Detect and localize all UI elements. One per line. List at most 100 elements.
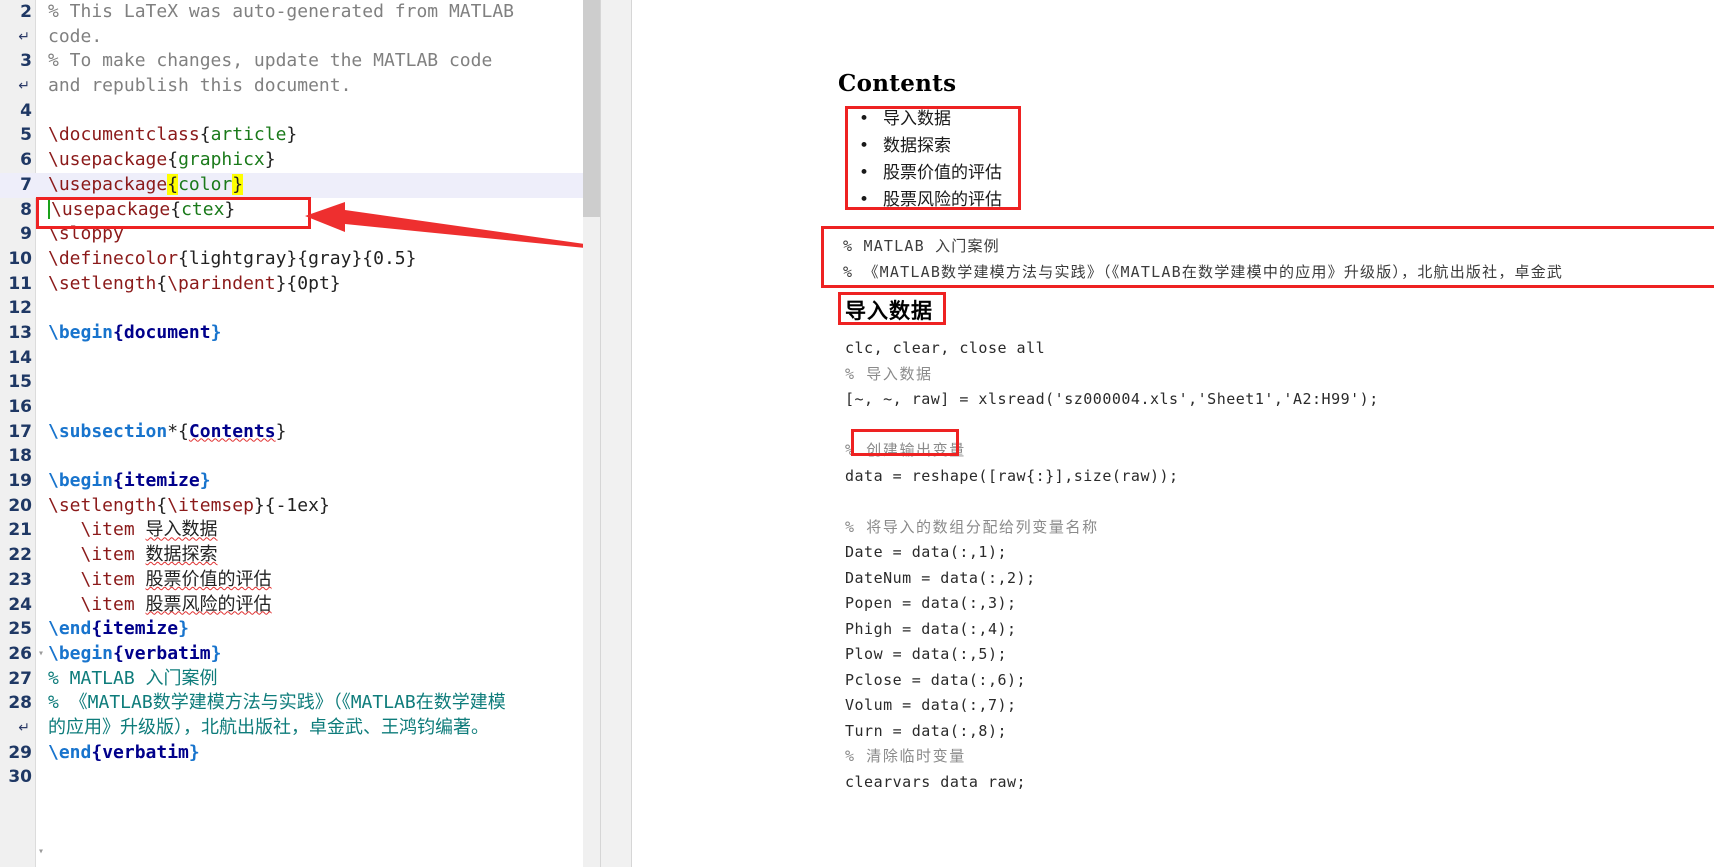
line-number: 17: [8, 421, 32, 442]
code-line-text: \sloppy: [36, 222, 583, 247]
code-line[interactable]: 30: [0, 765, 583, 790]
code-line[interactable]: 26▾\begin{verbatim}: [0, 642, 583, 667]
code-line[interactable]: 16: [0, 395, 583, 420]
pdf-verbatim-block: % MATLAB 入门案例 % 《MATLAB数学建模方法与实践》（《MATLAB…: [843, 233, 1714, 285]
pdf-preview-pane[interactable]: Contents 导入数据数据探索股票价值的评估股票风险的评估 % MATLAB…: [633, 0, 1714, 867]
code-line[interactable]: 23 \item 股票价值的评估: [0, 568, 583, 593]
code-token: Contents: [188, 420, 276, 442]
code-token: }{0pt}: [275, 272, 341, 294]
line-wrap-indicator-icon: ↵: [18, 719, 30, 736]
code-line[interactable]: 14: [0, 346, 583, 371]
code-token: \item: [48, 593, 135, 615]
pdf-list-item: 导入数据: [851, 106, 951, 133]
code-token: \end: [48, 741, 92, 763]
code-line-text: \begin{itemize}: [36, 469, 583, 494]
code-token: \item: [48, 544, 135, 566]
pdf-code-comment-line: % 将导入的数组分配给列变量名称: [845, 515, 1665, 541]
code-token: \subsection: [48, 420, 168, 442]
code-line[interactable]: 17 ▾ \subsection*{Contents}: [0, 420, 583, 857]
code-line[interactable]: 13 ▾ \begin{document}: [0, 321, 583, 659]
code-line[interactable]: ↵ code.: [0, 25, 583, 50]
code-token: }: [264, 149, 276, 171]
code-line[interactable]: ↵ 的应用》升级版），北航出版社，卓金武、王鸿钧编著。: [0, 716, 583, 741]
pdf-code-listing: clc, clear, close all % 导入数据 [~, ~, raw] =…: [845, 336, 1665, 795]
code-token: % To make changes, update the MATLAB cod…: [48, 50, 493, 72]
code-token: \begin: [48, 642, 114, 664]
code-token: \setlength: [48, 494, 157, 516]
pdf-section-heading: 导入数据: [845, 299, 933, 323]
code-token: itemize: [102, 618, 179, 640]
pane-divider[interactable]: [600, 0, 632, 867]
code-line[interactable]: 25 \end{itemize}: [0, 617, 583, 642]
code-token: % 《MATLAB数学建模方法与实践》（《MATLAB在数学建模: [48, 692, 506, 714]
code-line[interactable]: 9 \sloppy: [0, 222, 583, 247]
code-token: }: [188, 741, 200, 763]
code-line[interactable]: ↵ and republish this document.: [0, 74, 583, 99]
code-token: \begin: [48, 321, 114, 343]
code-line-text: % To make changes, update the MATLAB cod…: [36, 49, 583, 74]
code-token: \usepackage: [48, 173, 168, 195]
line-number: 19: [8, 471, 32, 492]
code-line[interactable]: 10 \definecolor{lightgray}{gray}{0.5}: [0, 247, 583, 272]
code-line[interactable]: 20 \setlength{\itemsep}{-1ex}: [0, 494, 583, 519]
line-number: 4: [20, 100, 32, 121]
code-line[interactable]: 18: [0, 444, 583, 469]
pdf-code-line: Volum = data(:,7);: [845, 696, 1017, 714]
pdf-verbatim-line: % MATLAB 入门案例: [843, 237, 1000, 255]
code-line[interactable]: 4: [0, 99, 583, 124]
code-line[interactable]: 5 \documentclass{article}: [0, 123, 583, 148]
code-line[interactable]: 2 % This LaTeX was auto-generated from MA…: [0, 0, 583, 25]
code-token: {: [156, 494, 168, 516]
code-token: 股票风险的评估: [145, 593, 272, 615]
code-token: color: [178, 173, 233, 195]
code-line[interactable]: 24 \item 股票风险的评估: [0, 593, 583, 618]
code-token: }: [199, 470, 211, 492]
line-number: 28: [8, 693, 32, 714]
code-line[interactable]: 19▾\begin{itemize}: [0, 469, 583, 494]
code-line[interactable]: 15: [0, 370, 583, 395]
code-line[interactable]: 22 \item 数据探索: [0, 543, 583, 568]
code-token: {: [199, 124, 211, 146]
line-number: 12: [8, 298, 32, 319]
code-token: {: [170, 198, 182, 220]
code-line[interactable]: 28 % 《MATLAB数学建模方法与实践》（《MATLAB在数学建模: [0, 691, 583, 716]
code-line[interactable]: 7 \usepackage{color}: [0, 172, 583, 198]
code-line[interactable]: 11 \setlength{\parindent}{0pt}: [0, 272, 583, 297]
line-number: 23: [8, 569, 32, 590]
code-token: {: [167, 173, 179, 195]
editor-scrollbar-thumb[interactable]: [583, 0, 600, 217]
code-line[interactable]: 21 \item 导入数据: [0, 518, 583, 543]
code-token: }{-1ex}: [253, 494, 330, 516]
code-token: graphicx: [178, 149, 265, 171]
code-fold-triangle-icon[interactable]: ▾: [38, 840, 48, 865]
code-line-text: \setlength{\itemsep}{-1ex}: [36, 494, 583, 519]
code-text-area[interactable]: 2 % This LaTeX was auto-generated from MA…: [0, 0, 583, 867]
editor-vertical-scrollbar[interactable]: [583, 0, 600, 867]
code-token: {lightgray}{gray}{0.5}: [178, 247, 417, 269]
code-line-text: \usepackage{ctex}: [36, 198, 583, 223]
code-token: }: [178, 618, 189, 640]
code-token: \itemsep: [167, 494, 254, 516]
code-line-text: and republish this document.: [36, 74, 583, 99]
code-line[interactable]: 6 \usepackage{graphicx}: [0, 148, 583, 173]
code-line[interactable]: 27 % MATLAB 入门案例: [0, 667, 583, 692]
pdf-list-item: 股票风险的评估: [851, 187, 1002, 214]
pdf-code-line: Phigh = data(:,4);: [845, 619, 1017, 638]
code-token: }: [224, 198, 236, 220]
code-token: itemize: [123, 470, 200, 492]
code-token: \item: [48, 568, 135, 590]
code-line-text: \begin{document}: [36, 321, 583, 346]
code-line[interactable]: 8 \usepackage{ctex}: [0, 198, 583, 223]
pdf-list-item: 数据探索: [851, 133, 951, 160]
code-token: 导入数据: [145, 519, 218, 541]
code-line[interactable]: 3 % To make changes, update the MATLAB co…: [0, 49, 583, 74]
code-line[interactable]: 29 \end{verbatim}: [0, 741, 583, 766]
code-token: \usepackage: [48, 149, 168, 171]
code-token: {: [113, 642, 124, 664]
code-line-text: % MATLAB 入门案例: [36, 667, 583, 692]
line-number: 24: [8, 594, 32, 615]
latex-source-editor[interactable]: 2 % This LaTeX was auto-generated from MA…: [0, 0, 583, 867]
code-token: {: [113, 321, 124, 343]
code-line[interactable]: 12: [0, 296, 583, 321]
